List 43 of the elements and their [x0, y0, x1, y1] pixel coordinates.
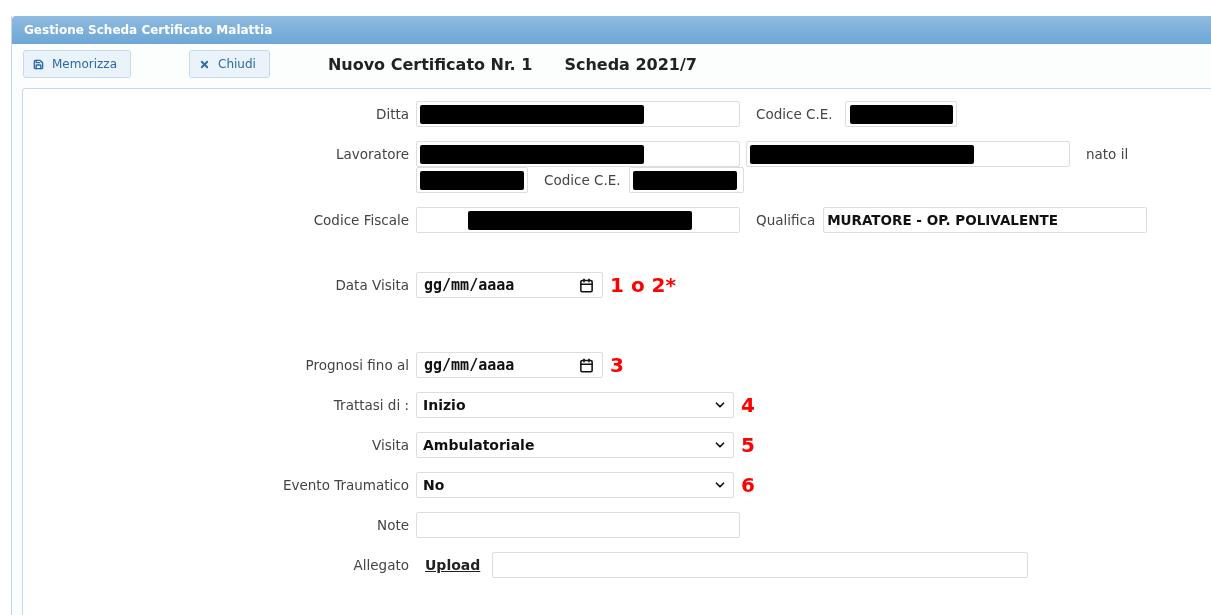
field-label: Lavoratore [335, 146, 409, 162]
text-field[interactable]: MURATORE - OP. POLIVALENTE [823, 207, 1148, 233]
window-title: Gestione Scheda Certificato Malattia [12, 16, 1211, 44]
text-field[interactable] [416, 141, 740, 167]
save-icon [33, 58, 44, 70]
annotation-number: 1 o 2* [610, 273, 676, 297]
text-field[interactable] [416, 512, 740, 538]
close-icon [199, 58, 210, 70]
field-label: Codice C.E. [756, 106, 833, 122]
form-heading: Nuovo Certificato Nr. 1 [327, 54, 533, 74]
save-button[interactable]: Memorizza [23, 50, 131, 78]
calendar-icon [579, 357, 594, 373]
field-label: Codice C.E. [544, 172, 621, 188]
text-field[interactable] [844, 101, 957, 127]
date-field[interactable]: gg/mm/aaaa [416, 272, 603, 298]
close-button[interactable]: Chiudi [189, 50, 270, 78]
annotation-number: 5 [741, 433, 755, 457]
field-label: Trattasi di : [332, 397, 409, 413]
calendar-icon [579, 277, 594, 293]
form-heading: Scheda 2021/7 [564, 54, 697, 74]
text-field[interactable] [746, 141, 1070, 167]
text-field[interactable] [492, 552, 1029, 578]
dropdown[interactable]: No [416, 472, 734, 498]
dropdown[interactable]: Inizio [416, 392, 734, 418]
annotation-number: 4 [741, 393, 755, 417]
upload-link[interactable]: Upload [425, 557, 481, 573]
text-field[interactable] [416, 101, 740, 127]
annotation-number: 3 [610, 353, 624, 377]
field-label: Ditta [375, 106, 409, 122]
field-label: Codice Fiscale [312, 212, 409, 228]
field-label: Data Visita [334, 277, 409, 293]
text-field[interactable] [628, 167, 744, 193]
field-label: nato il [1086, 146, 1129, 162]
field-label: Evento Traumatico [282, 477, 409, 493]
field-label: Prognosi fino al [304, 357, 409, 373]
field-label: Qualifica [756, 212, 816, 228]
field-label: Note [376, 517, 409, 533]
field-label: Allegato [352, 557, 409, 573]
dropdown[interactable]: Ambulatoriale [416, 432, 734, 458]
date-field[interactable]: gg/mm/aaaa [416, 352, 603, 378]
annotation-number: 6 [741, 473, 755, 497]
text-field[interactable] [416, 207, 740, 233]
field-label: Visita [370, 437, 409, 453]
